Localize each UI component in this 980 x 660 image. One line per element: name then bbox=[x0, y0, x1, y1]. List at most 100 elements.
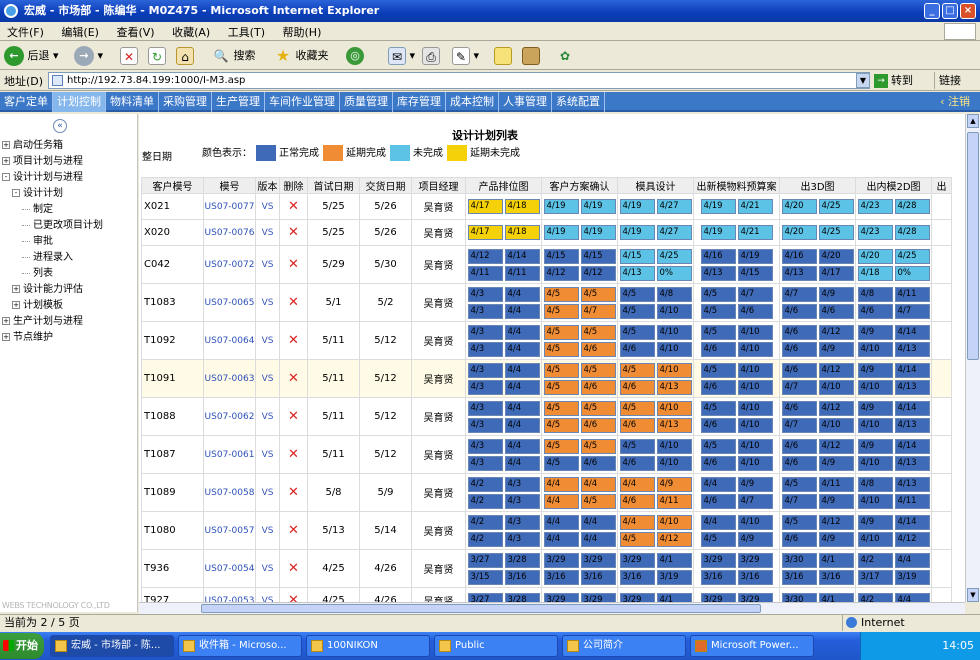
date-cell[interactable]: 4/6 bbox=[700, 379, 736, 395]
date-cell[interactable]: 4/5 bbox=[619, 324, 655, 340]
home-button[interactable]: ⌂ bbox=[176, 46, 194, 66]
date-cell[interactable]: 4/10 bbox=[818, 417, 854, 433]
date-cell[interactable]: 4/12 bbox=[580, 265, 616, 281]
date-cell[interactable]: 3/29 bbox=[700, 593, 736, 602]
date-cell[interactable]: 4/17 bbox=[467, 225, 503, 240]
date-cell[interactable]: 4/4 bbox=[504, 400, 540, 416]
date-cell[interactable]: 4/7 bbox=[781, 286, 817, 302]
date-cell[interactable]: 4/5 bbox=[543, 362, 579, 378]
date-cell[interactable]: 3/29 bbox=[580, 593, 616, 602]
sidebar-item[interactable]: 审批 bbox=[2, 234, 103, 250]
table-row[interactable]: T1089 US07-0058 VS ✕ 5/8 5/9 吴育贤 4/2 4/3 4/2 4/3 4/… bbox=[141, 473, 952, 512]
date-cell[interactable]: 4/13 bbox=[656, 379, 692, 395]
mold-number-link[interactable]: US07-0077 bbox=[203, 193, 256, 220]
date-cell[interactable]: 4/4 bbox=[700, 476, 736, 492]
scroll-thumb[interactable] bbox=[967, 132, 979, 360]
date-cell[interactable]: 4/19 bbox=[700, 225, 736, 240]
date-cell[interactable]: 4/3 bbox=[467, 341, 503, 357]
back-button[interactable]: ← 后退 ▾ bbox=[4, 46, 59, 66]
date-cell[interactable]: 4/5 bbox=[543, 400, 579, 416]
date-cell[interactable]: 4/10 bbox=[656, 455, 692, 471]
date-cell[interactable]: 3/30 bbox=[781, 593, 817, 602]
date-cell[interactable]: 4/13 bbox=[781, 265, 817, 281]
date-cell[interactable]: 4/4 bbox=[504, 417, 540, 433]
date-cell[interactable]: 4/9 bbox=[818, 531, 854, 547]
mold-number-link[interactable]: US07-0053 bbox=[203, 587, 256, 602]
date-cell[interactable]: 4/2 bbox=[467, 514, 503, 530]
date-cell[interactable]: 4/12 bbox=[818, 362, 854, 378]
horizontal-scrollbar[interactable] bbox=[139, 602, 965, 614]
start-button[interactable]: 开始 bbox=[0, 633, 44, 659]
date-cell[interactable]: 4/19 bbox=[543, 199, 579, 214]
date-cell[interactable]: 4/9 bbox=[857, 514, 893, 530]
date-cell[interactable]: 4/4 bbox=[504, 303, 540, 319]
column-header[interactable]: 出内模2D图 bbox=[855, 177, 932, 194]
date-cell[interactable]: 4/5 bbox=[700, 286, 736, 302]
menu-help[interactable]: 帮助(H) bbox=[276, 22, 329, 42]
date-cell[interactable]: 4/6 bbox=[580, 341, 616, 357]
expand-icon[interactable]: + bbox=[12, 301, 20, 309]
print-button[interactable]: ⎙ bbox=[422, 46, 440, 66]
mold-number-link[interactable]: US07-0063 bbox=[203, 359, 256, 398]
date-cell[interactable]: 4/3 bbox=[467, 438, 503, 454]
date-cell[interactable]: 4/6 bbox=[580, 455, 616, 471]
nav-hr[interactable]: 人事管理 bbox=[499, 92, 552, 112]
date-cell[interactable]: 4/28 bbox=[894, 225, 930, 240]
table-row[interactable]: T1092 US07-0064 VS ✕ 5/11 5/12 吴育贤 4/3 4/4 4/3 4/4… bbox=[141, 321, 952, 360]
date-cell[interactable]: 4/10 bbox=[857, 341, 893, 357]
mold-number-link[interactable]: US07-0054 bbox=[203, 549, 256, 588]
research-button[interactable] bbox=[522, 46, 540, 66]
date-cell[interactable]: 4/23 bbox=[857, 199, 893, 214]
expand-icon[interactable]: + bbox=[2, 141, 10, 149]
scroll-up-icon[interactable]: ▲ bbox=[967, 114, 979, 128]
nav-system-config[interactable]: 系统配置 bbox=[552, 92, 605, 112]
date-cell[interactable]: 4/5 bbox=[781, 476, 817, 492]
nav-purchasing[interactable]: 采购管理 bbox=[159, 92, 212, 112]
date-cell[interactable]: 4/9 bbox=[818, 455, 854, 471]
delete-icon[interactable]: ✕ bbox=[279, 549, 308, 588]
sidebar-item[interactable]: + 设计能力评估 bbox=[2, 282, 103, 298]
date-cell[interactable]: 4/5 bbox=[543, 286, 579, 302]
collapse-tree-icon[interactable]: - bbox=[2, 173, 10, 181]
date-cell[interactable]: 4/8 bbox=[656, 286, 692, 302]
date-cell[interactable]: 4/2 bbox=[467, 476, 503, 492]
sidebar-item[interactable]: 列表 bbox=[2, 266, 103, 282]
date-cell[interactable]: 4/6 bbox=[580, 417, 616, 433]
nav-quality[interactable]: 质量管理 bbox=[340, 92, 393, 112]
date-cell[interactable]: 4/6 bbox=[619, 379, 655, 395]
date-cell[interactable]: 4/5 bbox=[700, 303, 736, 319]
version-link[interactable]: VS bbox=[255, 473, 280, 512]
date-cell[interactable]: 4/5 bbox=[619, 531, 655, 547]
date-cell[interactable]: 4/7 bbox=[737, 493, 773, 509]
date-cell[interactable]: 4/5 bbox=[580, 324, 616, 340]
date-cell[interactable]: 4/5 bbox=[619, 362, 655, 378]
stop-button[interactable]: ✕ bbox=[120, 46, 138, 66]
date-cell[interactable]: 3/28 bbox=[504, 552, 540, 568]
date-cell[interactable]: 4/4 bbox=[543, 531, 579, 547]
date-cell[interactable]: 4/5 bbox=[543, 455, 579, 471]
date-cell[interactable]: 4/12 bbox=[818, 324, 854, 340]
date-cell[interactable]: 4/5 bbox=[580, 400, 616, 416]
date-cell[interactable]: 4/6 bbox=[619, 493, 655, 509]
date-cell[interactable]: 4/19 bbox=[580, 199, 616, 214]
date-cell[interactable]: 4/1 bbox=[656, 593, 692, 602]
sidebar-item[interactable]: + 计划模板 bbox=[2, 298, 103, 314]
date-cell[interactable]: 3/16 bbox=[543, 569, 579, 585]
date-cell[interactable]: 4/16 bbox=[700, 248, 736, 264]
date-cell[interactable]: 4/10 bbox=[857, 455, 893, 471]
menu-edit[interactable]: 编辑(E) bbox=[54, 22, 106, 42]
mail-button[interactable]: ✉ ▾ bbox=[388, 46, 415, 66]
date-cell[interactable]: 4/6 bbox=[781, 362, 817, 378]
date-cell[interactable]: 4/10 bbox=[857, 493, 893, 509]
date-cell[interactable]: 4/9 bbox=[857, 438, 893, 454]
date-cell[interactable]: 4/7 bbox=[580, 303, 616, 319]
date-cell[interactable]: 4/15 bbox=[619, 248, 655, 264]
date-cell[interactable]: 4/12 bbox=[818, 400, 854, 416]
version-link[interactable]: VS bbox=[255, 587, 280, 602]
column-header[interactable]: 删除 bbox=[279, 177, 308, 194]
column-header[interactable]: 版本 bbox=[255, 177, 280, 194]
collapse-tree-icon[interactable]: - bbox=[12, 189, 20, 197]
date-cell[interactable]: 4/13 bbox=[894, 417, 930, 433]
vertical-scrollbar[interactable]: ▲ ▼ bbox=[965, 114, 980, 602]
date-cell[interactable]: 4/10 bbox=[737, 455, 773, 471]
